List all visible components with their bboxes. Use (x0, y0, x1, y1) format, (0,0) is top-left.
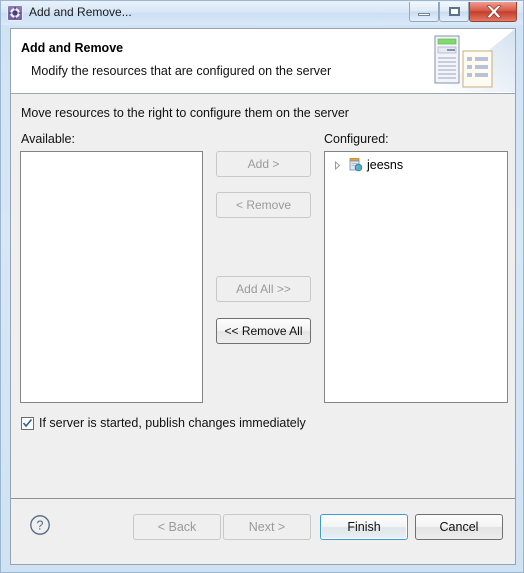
remove-button[interactable]: < Remove (216, 192, 311, 218)
cancel-button[interactable]: Cancel (415, 514, 503, 540)
publish-immediately-row[interactable]: If server is started, publish changes im… (21, 416, 306, 430)
publish-immediately-label: If server is started, publish changes im… (39, 416, 306, 430)
tree-item-jeesns[interactable]: jeesns (329, 156, 406, 174)
add-all-button[interactable]: Add All >> (216, 276, 311, 302)
tree-item-label: jeesns (367, 158, 404, 172)
finish-button[interactable]: Finish (320, 514, 408, 540)
instruction-text: Move resources to the right to configure… (21, 106, 349, 120)
page-title: Add and Remove (21, 41, 124, 55)
cog-icon (7, 5, 23, 21)
title-bar: Add and Remove... (1, 1, 523, 25)
configured-label: Configured: (324, 132, 389, 146)
module-icon (347, 156, 363, 175)
next-button[interactable]: Next > (223, 514, 311, 540)
dialog-header: Add and Remove Modify the resources that… (11, 29, 515, 94)
svg-text:?: ? (37, 519, 44, 533)
dialog-body: Add and Remove Modify the resources that… (10, 28, 516, 565)
dialog-content: Move resources to the right to configure… (11, 94, 515, 498)
chevron-right-icon[interactable] (332, 160, 343, 171)
minimize-icon[interactable] (409, 2, 439, 22)
page-description: Modify the resources that are configured… (31, 64, 332, 78)
help-icon[interactable]: ? (29, 514, 51, 536)
available-list[interactable] (20, 151, 203, 403)
add-button[interactable]: Add > (216, 151, 311, 177)
window-title: Add and Remove... (29, 5, 132, 19)
configured-tree[interactable]: jeesns (324, 151, 508, 403)
dialog-button-bar: ? < Back Next > Finish Cancel (11, 498, 515, 564)
publish-immediately-checkbox[interactable] (21, 416, 34, 430)
dialog-window: Add and Remove... Add and Remove Modify … (0, 0, 524, 573)
close-icon[interactable] (469, 2, 517, 22)
server-and-document-icon (423, 29, 515, 92)
restore-icon[interactable] (439, 2, 469, 22)
remove-all-button[interactable]: << Remove All (216, 318, 311, 344)
available-label: Available: (21, 132, 75, 146)
back-button[interactable]: < Back (133, 514, 221, 540)
